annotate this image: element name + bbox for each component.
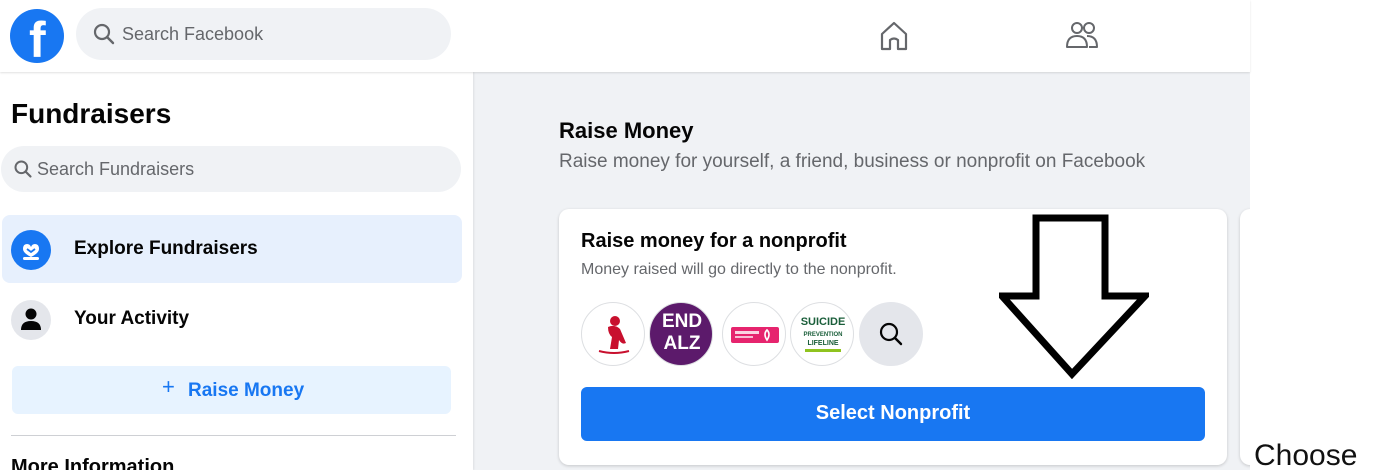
search-icon bbox=[14, 160, 32, 178]
sidebar-item-explore-fundraisers[interactable]: Explore Fundraisers bbox=[2, 215, 462, 283]
more-information-heading: More Information bbox=[11, 456, 175, 470]
svg-text:LIFELINE: LIFELINE bbox=[807, 340, 838, 347]
search-icon bbox=[93, 23, 115, 45]
end-alz-logo[interactable]: END ALZ bbox=[649, 302, 713, 366]
suicide-prevention-lifeline-logo[interactable]: SUICIDE PREVENTION LIFELINE bbox=[790, 302, 854, 366]
card-title: Raise money for a nonprofit bbox=[581, 230, 847, 252]
person-icon bbox=[11, 300, 51, 340]
select-nonprofit-label: Select Nonprofit bbox=[815, 402, 971, 424]
fundraisers-search-input[interactable] bbox=[37, 146, 437, 192]
svg-text:PREVENTION: PREVENTION bbox=[803, 332, 842, 338]
breast-cancer-logo[interactable] bbox=[722, 302, 786, 366]
end-alz-text: END ALZ bbox=[661, 311, 703, 354]
nonprofit-search-button[interactable] bbox=[859, 302, 923, 366]
facebook-logo[interactable]: f bbox=[10, 9, 64, 63]
svg-text:SUICIDE: SUICIDE bbox=[801, 316, 846, 328]
sidebar-divider bbox=[11, 435, 456, 436]
secondary-card-partial bbox=[1240, 209, 1250, 465]
page-subtitle: Raise money for yourself, a friend, busi… bbox=[559, 151, 1146, 172]
fundraisers-sidebar: Fundraisers Explore Fundraisers Your Act… bbox=[0, 72, 473, 470]
sidebar-title: Fundraisers bbox=[11, 98, 172, 129]
sidebar-item-your-activity[interactable]: Your Activity bbox=[2, 285, 462, 353]
card-description: Money raised will go directly to the non… bbox=[581, 261, 897, 278]
raise-money-label: Raise Money bbox=[188, 380, 305, 401]
sidebar-item-label: Explore Fundraisers bbox=[74, 238, 258, 259]
search-icon bbox=[879, 322, 903, 346]
raise-money-button[interactable]: + Raise Money bbox=[12, 366, 451, 414]
plus-icon: + bbox=[162, 374, 175, 399]
fundraiser-heart-icon bbox=[11, 230, 51, 270]
friends-icon[interactable] bbox=[1062, 16, 1102, 56]
sidebar-item-label: Your Activity bbox=[74, 308, 190, 329]
choose-caption: Choose bbox=[1254, 439, 1358, 470]
fundraisers-search-box[interactable] bbox=[1, 146, 461, 192]
home-icon[interactable] bbox=[874, 16, 914, 56]
top-navigation-bar: f bbox=[0, 0, 1250, 72]
st-jude-logo[interactable] bbox=[581, 302, 645, 366]
page-title: Raise Money bbox=[559, 118, 694, 143]
facebook-search-box[interactable] bbox=[76, 8, 451, 60]
select-nonprofit-button[interactable]: Select Nonprofit bbox=[581, 387, 1205, 441]
facebook-logo-letter: f bbox=[29, 12, 46, 63]
down-arrow-icon bbox=[999, 214, 1149, 379]
facebook-search-input[interactable] bbox=[122, 8, 432, 60]
